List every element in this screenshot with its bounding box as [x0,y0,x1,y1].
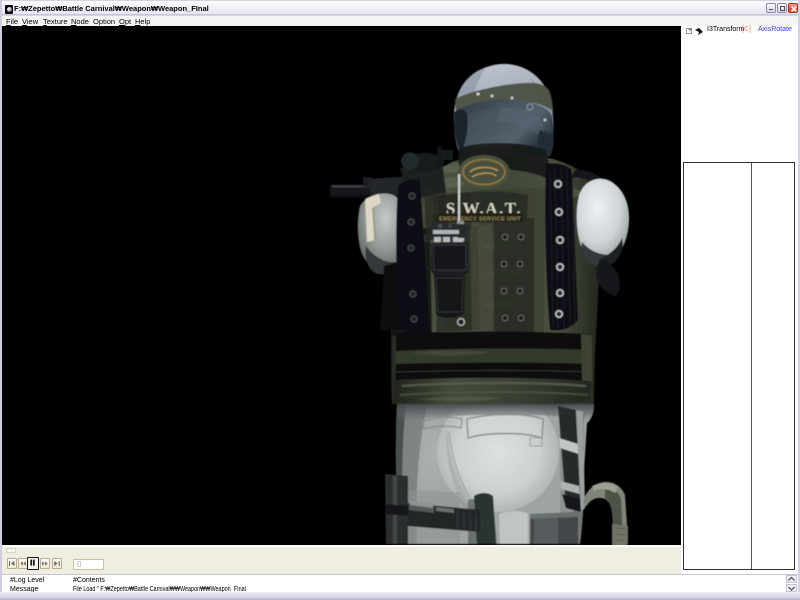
svg-text:EMERGENCY SERVICE UNIT: EMERGENCY SERVICE UNIT [439,217,521,223]
